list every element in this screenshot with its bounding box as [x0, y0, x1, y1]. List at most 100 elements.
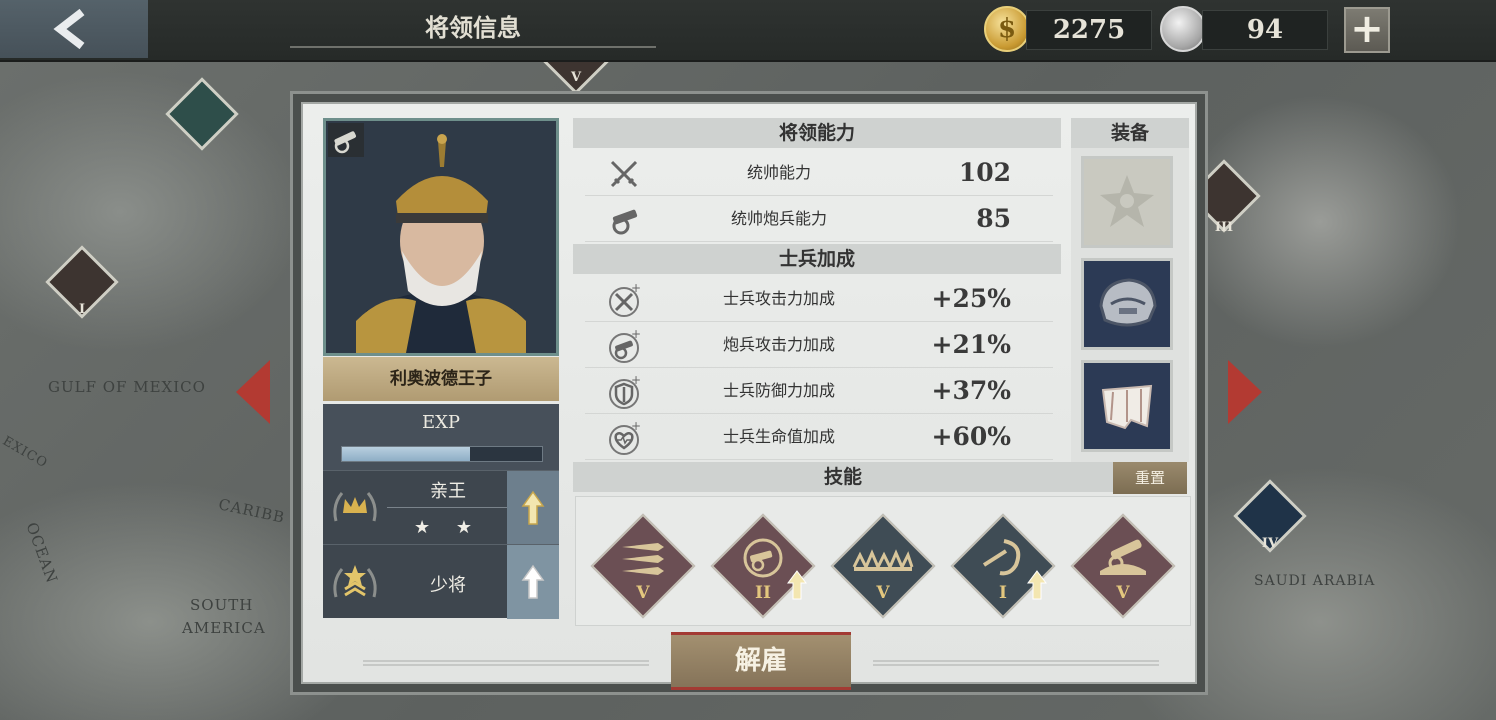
bonus-health: + 士兵生命值加成 +60% [585, 414, 1053, 460]
bonus-value: +60% [931, 422, 1012, 451]
previous-general-arrow[interactable] [236, 360, 270, 424]
ability-label: 统帅能力 [746, 163, 811, 182]
rank-divider [387, 507, 509, 508]
upgrade-arrow-icon [521, 490, 545, 525]
skills-header: 技能 [573, 462, 1113, 492]
skill-slot[interactable]: V [828, 511, 938, 621]
artillery-type-icon [328, 123, 364, 157]
military-rank-title: 少将 [430, 575, 466, 596]
back-arrow-icon [53, 8, 85, 50]
ability-artillery-command: 统帅炮兵能力 85 [585, 196, 1053, 242]
map-label-saudi: SAUDI ARABIA [1254, 573, 1376, 589]
skill-upgrade-arrow-icon [1027, 570, 1047, 600]
shield-plus-icon: + [607, 375, 641, 409]
bonus-defense: + 士兵防御力加成 +37% [585, 368, 1053, 414]
ability-value: 85 [976, 204, 1011, 233]
skill-upgrade-arrow-icon [787, 570, 807, 600]
artillery-target-icon [743, 538, 783, 578]
artillery-plus-icon: + [607, 329, 641, 363]
promote-military-rank-button[interactable] [507, 545, 559, 619]
crown-laurel-icon [323, 471, 387, 545]
skill-slot[interactable]: V [1068, 511, 1178, 621]
equipment-slot-accessory[interactable] [1081, 360, 1173, 452]
bonus-label: 士兵攻击力加成 [722, 289, 835, 308]
bonuses-header: 士兵加成 [573, 244, 1061, 274]
page-title: 将领信息 [290, 8, 656, 48]
gold-coin-icon: $ [984, 6, 1030, 52]
exp-panel: EXP [323, 404, 559, 470]
top-bar: 将领信息 $ 2275 94 + [0, 0, 1496, 62]
rockets-icon [622, 543, 664, 575]
map-marker-label-3: III [1214, 220, 1234, 235]
next-general-arrow[interactable] [1228, 360, 1262, 424]
bonus-value: +37% [931, 376, 1012, 405]
cannon-icon [607, 203, 641, 237]
equipment-panel: 装备 [1071, 118, 1189, 462]
skill-level: V [1116, 583, 1130, 603]
helmet-icon [1099, 278, 1157, 327]
barbed-wire-icon [852, 549, 914, 571]
map-label-south: SOUTH [190, 596, 254, 614]
promote-nobility-button[interactable] [507, 471, 559, 545]
medal-amount: 94 [1202, 10, 1328, 50]
svg-text:+: + [631, 283, 641, 295]
skill-slot[interactable]: V [588, 511, 698, 621]
svg-text:+: + [631, 375, 641, 387]
svg-text:+: + [631, 329, 641, 341]
cloth-sash-icon [1101, 384, 1153, 430]
map-label-mexico: EXICO [0, 433, 51, 472]
military-rank-row: 少将 [323, 544, 559, 619]
add-currency-button[interactable]: + [1344, 7, 1390, 53]
skills-panel: V II V I V [575, 496, 1191, 626]
ability-value: 102 [958, 158, 1011, 187]
exp-bar [341, 446, 543, 462]
map-marker-label-1: I [78, 302, 86, 317]
map-marker-label-4: IV [1261, 536, 1279, 551]
skill-slot[interactable]: I [948, 511, 1058, 621]
map-label-america: AMERICA [182, 619, 266, 637]
map-label-caribbean: CARIBB [216, 495, 287, 527]
bonus-value: +21% [931, 330, 1012, 359]
skill-slot[interactable]: II [708, 511, 818, 621]
equipment-slot-medal[interactable] [1081, 156, 1173, 248]
skill-level: V [636, 583, 650, 603]
exp-label: EXP [421, 412, 461, 433]
ability-label: 统帅炮兵能力 [730, 209, 827, 228]
general-portrait [323, 118, 559, 356]
map-label-ocean: OCEAN [22, 519, 62, 587]
medal-icon [1160, 6, 1206, 52]
rank-stars: ★ ★ [414, 517, 482, 538]
bonus-attack: + 士兵攻击力加成 +25% [585, 276, 1053, 322]
map-marker-label-5: V [570, 70, 582, 85]
bonus-label: 士兵生命值加成 [722, 427, 835, 446]
svg-text:+: + [631, 421, 641, 433]
hook-attack-icon [982, 539, 1021, 576]
general-name: 利奥波德王子 [323, 357, 559, 401]
skill-level: V [876, 583, 890, 603]
crossed-swords-icon [607, 157, 641, 191]
decorative-line-right [873, 660, 1159, 666]
gold-amount: 2275 [1026, 10, 1152, 50]
map-label-gulf: GULF OF MEXICO [48, 378, 206, 396]
order-medal-empty-icon [1100, 175, 1154, 227]
decorative-line-left [363, 660, 649, 666]
dismiss-general-button[interactable]: 解雇 [671, 632, 851, 690]
heavy-cannon-icon [1100, 539, 1146, 575]
bonus-artillery-attack: + 炮兵攻击力加成 +21% [585, 322, 1053, 368]
equipment-slot-helmet[interactable] [1081, 258, 1173, 350]
attack-plus-icon: + [607, 283, 641, 317]
heart-plus-icon: + [607, 421, 641, 455]
abilities-header: 将领能力 [573, 118, 1061, 148]
general-info-dialog: 利奥波德王子 EXP 亲王 ★ ★ 少将 将领能力 统帅能力 102 统帅炮兵能… [290, 91, 1208, 695]
back-button[interactable] [0, 0, 148, 58]
upgrade-arrow-icon [521, 564, 545, 599]
bonus-label: 炮兵攻击力加成 [722, 335, 835, 354]
ability-command: 统帅能力 102 [585, 150, 1053, 196]
reset-skills-button[interactable]: 重置 [1113, 462, 1187, 494]
exp-bar-fill [342, 447, 470, 461]
map-book-marker[interactable] [165, 77, 239, 151]
nobility-rank-row: 亲王 ★ ★ [323, 470, 559, 545]
bonus-value: +25% [931, 284, 1012, 313]
bonus-label: 士兵防御力加成 [722, 381, 835, 400]
dialog-content: 利奥波德王子 EXP 亲王 ★ ★ 少将 将领能力 统帅能力 102 统帅炮兵能… [301, 102, 1197, 690]
